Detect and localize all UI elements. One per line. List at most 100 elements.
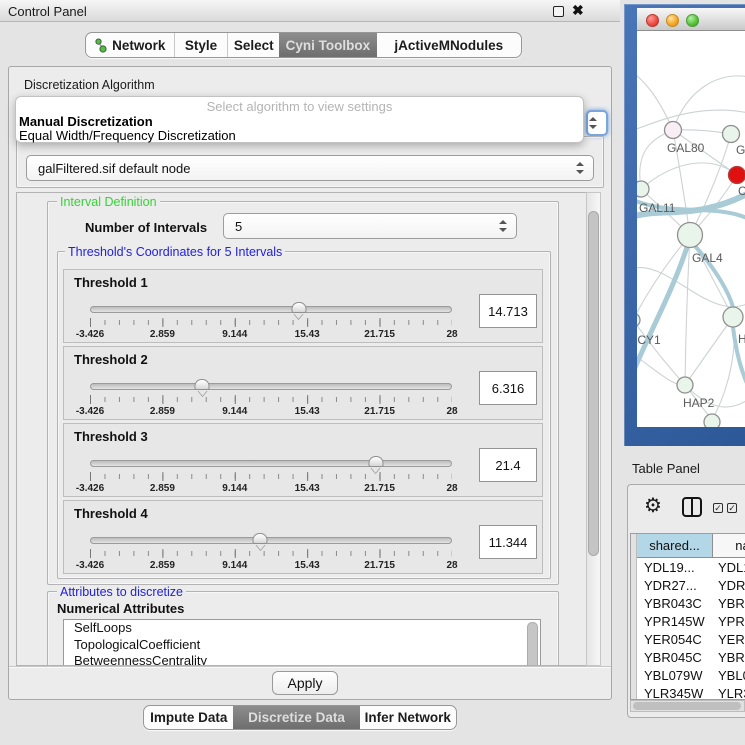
threshold-2-panel: Threshold 2 -3.4262.8599.14415.4321.7152…: [63, 346, 543, 420]
threshold-1-value-field[interactable]: 14.713: [479, 294, 537, 328]
tab-cyni-toolbox[interactable]: Cyni Toolbox: [279, 33, 377, 57]
algorithm-option-manual[interactable]: Manual Discretization: [19, 114, 153, 129]
cell-name[interactable]: YDR2: [713, 576, 745, 594]
node-gcy1[interactable]: [637, 313, 640, 327]
cell-name[interactable]: YER0: [713, 630, 745, 648]
threshold-1-slider[interactable]: -3.4262.8599.14415.4321.71528: [90, 302, 452, 340]
list-item-selfloops[interactable]: SelfLoops: [64, 620, 540, 637]
node-gal11[interactable]: [637, 181, 649, 197]
threshold-2-slider[interactable]: -3.4262.8599.14415.4321.71528: [90, 379, 452, 417]
table-row[interactable]: YBL079WYBL0: [637, 666, 745, 684]
tab-network[interactable]: Network: [86, 33, 174, 57]
algorithm-option-equal-width[interactable]: Equal Width/Frequency Discretization: [19, 128, 236, 143]
slider-thumb[interactable]: [195, 379, 210, 390]
cell-shared-name[interactable]: YDR27...: [637, 576, 713, 594]
table-row[interactable]: YPR145WYPR1: [637, 612, 745, 630]
cell-name[interactable]: YDL1: [713, 558, 745, 576]
tab-infer-network[interactable]: Infer Network: [360, 706, 456, 729]
table-row[interactable]: YBR045CYBR0: [637, 648, 745, 666]
cell-shared-name[interactable]: YPR145W: [637, 612, 713, 630]
maximize-window-icon[interactable]: [686, 14, 699, 27]
slider-tick-label: -3.426: [76, 406, 104, 417]
checkbox-icon[interactable]: ✓: [713, 503, 723, 513]
table-row[interactable]: YDL19...YDL1: [637, 558, 745, 576]
threshold-3-slider[interactable]: -3.4262.8599.14415.4321.71528: [90, 456, 452, 494]
cell-shared-name[interactable]: YBR043C: [637, 594, 713, 612]
slider-ticks: [90, 549, 452, 558]
tab-jactivemnodules[interactable]: jActiveMNodules: [377, 33, 521, 57]
apply-separator: [9, 666, 611, 668]
algorithm-hint-option[interactable]: Select algorithm to view settings: [16, 99, 583, 114]
table-row[interactable]: YBR043CYBR0: [637, 594, 745, 612]
minimize-window-icon[interactable]: [666, 14, 679, 27]
cell-name[interactable]: YBL0: [713, 666, 745, 684]
table-horizontal-scrollbar[interactable]: [630, 700, 745, 712]
threshold-4-value-field[interactable]: 11.344: [479, 525, 537, 559]
slider-ticks: [90, 472, 452, 481]
slider-track[interactable]: [90, 460, 452, 467]
column-header-name[interactable]: na: [713, 534, 745, 558]
cell-name[interactable]: YPR1: [713, 612, 745, 630]
table-row[interactable]: YDR27...YDR2: [637, 576, 745, 594]
slider-track[interactable]: [90, 383, 452, 390]
cell-name[interactable]: YLR3: [713, 684, 745, 700]
list-item-topologicalcoefficient[interactable]: TopologicalCoefficient: [64, 637, 540, 654]
tab-label: Infer Network: [365, 710, 451, 725]
slider-thumb[interactable]: [291, 302, 306, 313]
slider-tick-label: 28: [446, 483, 457, 494]
cell-shared-name[interactable]: YBL079W: [637, 666, 713, 684]
tab-discretize-data[interactable]: Discretize Data: [233, 706, 359, 729]
tab-impute-data[interactable]: Impute Data: [144, 706, 233, 729]
slider-thumb[interactable]: [253, 533, 268, 544]
float-panel-icon[interactable]: [553, 6, 564, 17]
node-bottom-partial[interactable]: [704, 414, 720, 427]
checkbox-icon[interactable]: ✓: [727, 503, 737, 513]
threshold-3-value-field[interactable]: 21.4: [479, 448, 537, 482]
table-row[interactable]: YER054CYER0: [637, 630, 745, 648]
cell-name[interactable]: YBR0: [713, 594, 745, 612]
slider-track[interactable]: [90, 306, 452, 313]
tab-style[interactable]: Style: [174, 33, 228, 57]
node-right-mid[interactable]: [723, 307, 743, 327]
slider-thumb[interactable]: [368, 456, 383, 467]
network-canvas[interactable]: GAL80 GA C GAL11 GAL4 GCY1 H HAP2: [637, 31, 745, 427]
list-scrollbar[interactable]: [527, 622, 538, 666]
cell-name[interactable]: YBR0: [713, 648, 745, 666]
algorithm-combobox[interactable]: [586, 110, 608, 136]
cell-shared-name[interactable]: YLR345W: [637, 684, 713, 700]
cell-shared-name[interactable]: YBR045C: [637, 648, 713, 666]
main-scrollbar-thumb[interactable]: [588, 211, 599, 556]
threshold-2-value-field[interactable]: 6.316: [479, 371, 537, 405]
main-scrollbar-track[interactable]: [586, 192, 601, 666]
network-window-titlebar[interactable]: [637, 8, 745, 31]
list-item-betweennesscentrality[interactable]: BetweennessCentrality: [64, 653, 540, 666]
table-data-combobox[interactable]: galFiltered.sif default node: [26, 155, 594, 181]
cell-shared-name[interactable]: YDL19...: [637, 558, 713, 576]
node-gal80[interactable]: [665, 122, 682, 139]
column-header-shared-name[interactable]: shared...: [637, 534, 713, 558]
discretization-algorithm-group-title: Discretization Algorithm: [24, 78, 155, 92]
cell-shared-name[interactable]: YER054C: [637, 630, 713, 648]
tab-select[interactable]: Select: [227, 33, 279, 57]
apply-button[interactable]: Apply: [272, 671, 338, 695]
slider-ticks: [90, 395, 452, 404]
gear-icon[interactable]: ⚙: [644, 496, 662, 516]
close-panel-icon[interactable]: ✖: [572, 2, 584, 19]
threshold-4-slider[interactable]: -3.4262.8599.14415.4321.71528: [90, 533, 452, 571]
network-nodes[interactable]: [637, 122, 745, 428]
slider-tick-label: 15.43: [295, 406, 320, 417]
column-layout-icon[interactable]: [682, 497, 702, 517]
slider-tick-label: 2.859: [150, 406, 175, 417]
node-gal4[interactable]: [678, 223, 703, 248]
slider-track[interactable]: [90, 537, 452, 544]
slider-tick-label: 15.43: [295, 483, 320, 494]
number-of-intervals-combobox[interactable]: 5: [223, 213, 517, 239]
table-horizontal-scrollbar-thumb[interactable]: [633, 702, 741, 710]
table-row[interactable]: YLR345WYLR3: [637, 684, 745, 700]
node-top-right[interactable]: [723, 126, 740, 143]
slider-tick-label: 2.859: [150, 560, 175, 571]
close-window-icon[interactable]: [646, 14, 659, 27]
node-hap2[interactable]: [677, 377, 693, 393]
number-of-intervals-value: 5: [235, 219, 242, 234]
node-red-selected[interactable]: [729, 167, 745, 184]
